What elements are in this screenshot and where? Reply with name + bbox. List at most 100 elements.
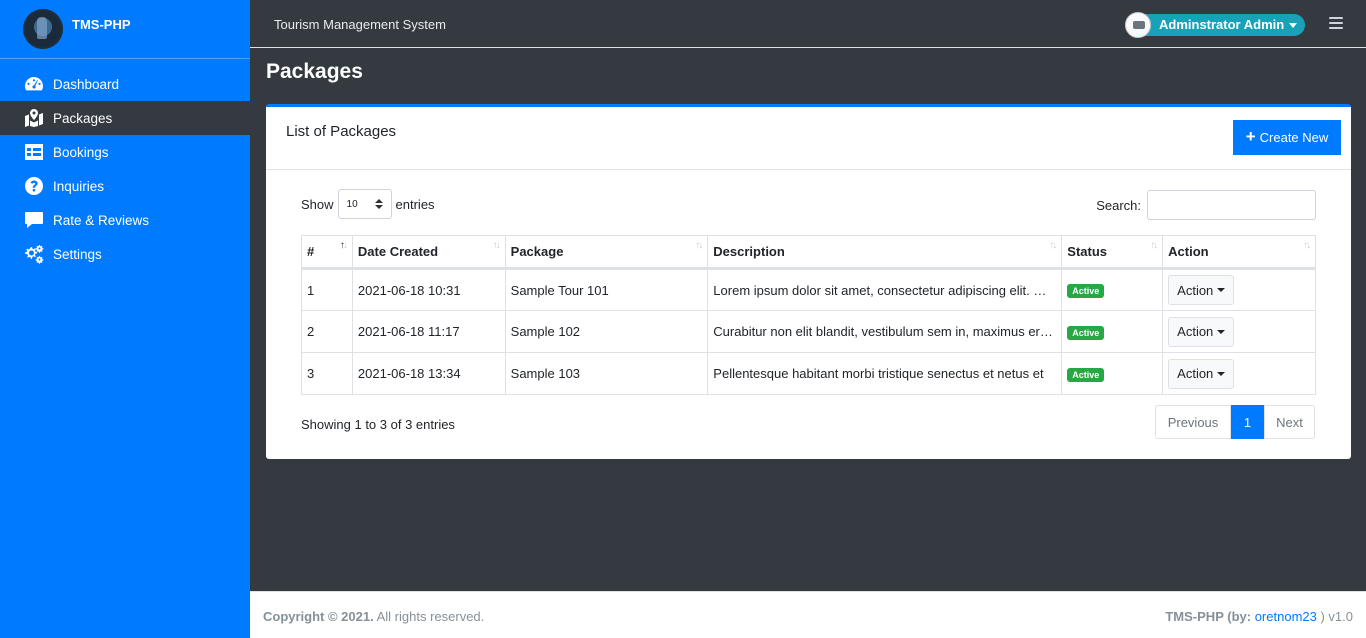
comment-icon [23,210,45,230]
sidebar-nav: Dashboard Packages Bookings Inquiries Ra… [0,67,250,271]
action-dropdown-button[interactable]: Action [1168,275,1235,305]
table-search: Search: [1096,190,1316,220]
sidebar: TMS-PHP Dashboard Packages Bookings Inqu… [0,0,250,638]
sidebar-item-dashboard[interactable]: Dashboard [0,67,250,101]
sidebar-item-bookings[interactable]: Bookings [0,135,250,169]
pagination: Previous 1 Next [1155,405,1315,439]
brand-link[interactable]: TMS-PHP [0,0,250,59]
column-header-action[interactable]: Action ↑↓ [1162,235,1316,270]
menu-toggle-icon[interactable] [1329,17,1343,29]
cell-package: Sample 103 [504,352,709,395]
table-info: Showing 1 to 3 of 3 entries [301,417,455,432]
cell-status: Active [1061,310,1164,353]
cell-num: 2 [301,310,353,353]
sidebar-item-settings[interactable]: Settings [0,237,250,271]
pagination-previous[interactable]: Previous [1155,405,1231,439]
caret-down-icon [1289,23,1298,28]
pagination-next[interactable]: Next [1264,405,1315,439]
entries-label: entries [395,196,435,212]
column-header-description[interactable]: Description ↑↓ [707,235,1063,270]
sort-icon: ↑↓ [492,240,501,251]
cell-action: Action [1162,310,1316,353]
status-badge: Active [1067,367,1105,382]
column-header-package[interactable]: Package ↑↓ [504,235,709,270]
sidebar-item-packages[interactable]: Packages [0,101,250,135]
cell-date-created: 2021-06-18 13:34 [351,352,506,395]
map-icon [23,108,45,128]
sidebar-item-label: Dashboard [53,76,120,92]
search-input[interactable] [1147,190,1316,220]
top-navbar: Tourism Management System Adminstrator A… [250,0,1366,48]
show-label: Show [301,196,334,212]
cell-description: Lorem ipsum dolor sit amet, consectetur … [707,268,1063,311]
cell-action: Action [1162,352,1316,395]
sort-icon: ↑↓ [695,240,703,251]
caret-down-icon [1217,371,1226,376]
card-title: List of Packages [286,123,397,140]
packages-card: List of Packages + Create New Show 10 en… [266,104,1351,459]
sidebar-item-inquiries[interactable]: Inquiries [0,169,250,203]
status-badge: Active [1067,284,1105,298]
table-row: 2 2021-06-18 11:17 Sample 102 Curabitur … [301,310,1316,353]
table-row: 3 2021-06-18 13:34 Sample 103 Pellentesq… [301,352,1316,395]
cogs-icon [23,244,45,264]
table-icon [23,142,45,162]
action-dropdown-button[interactable]: Action [1168,316,1235,347]
page-title: Packages [266,60,363,83]
footer: Copyright © 2021. All rights reserved. T… [250,591,1366,638]
rights-text: All rights reserved. [376,609,485,624]
caret-down-icon [1217,329,1226,334]
create-new-button[interactable]: + Create New [1233,120,1341,155]
author-link[interactable]: oretnom23 [1255,609,1317,624]
sort-asc-icon: ↑↓ [339,240,348,251]
footer-copyright: Copyright © 2021. All rights reserved. [263,609,484,624]
sidebar-item-label: Bookings [53,144,109,160]
column-header-num[interactable]: # ↑↓ [301,235,353,270]
sidebar-item-label: Packages [53,110,113,126]
column-header-date-created[interactable]: Date Created ↑↓ [351,235,506,270]
sort-icon: ↑↓ [1049,240,1057,251]
status-badge: Active [1067,325,1105,340]
version-text: ) v1.0 [1320,609,1353,624]
entries-select-value: 10 [346,198,358,210]
cell-date-created: 2021-06-18 11:17 [351,310,506,353]
sidebar-item-rate-reviews[interactable]: Rate & Reviews [0,203,250,237]
cell-num: 3 [301,352,353,395]
sidebar-item-label: Settings [53,246,102,262]
action-dropdown-button[interactable]: Action [1168,358,1235,389]
entries-select[interactable]: 10 [337,189,392,219]
system-title: Tourism Management System [274,17,446,32]
cell-description: Curabitur non elit blandit, vestibulum s… [707,310,1063,353]
brand-logo [23,9,63,49]
tachometer-icon [23,74,45,94]
entries-length-control: Show 10 entries [301,189,435,219]
table-row: 1 2021-06-18 10:31 Sample Tour 101 Lorem… [301,268,1316,311]
sidebar-item-label: Rate & Reviews [53,212,150,228]
column-header-status[interactable]: Status ↑↓ [1061,235,1164,270]
user-name-badge[interactable]: Adminstrator Admin [1145,14,1306,36]
sidebar-item-label: Inquiries [53,178,105,194]
cell-date-created: 2021-06-18 10:31 [351,268,506,311]
app-credit: TMS-PHP (by: [1165,609,1252,624]
copyright-year: Copyright © 2021. [263,609,374,624]
select-arrows-icon [374,199,383,209]
caret-down-icon [1217,288,1226,292]
cell-description: Pellentesque habitant morbi tristique se… [707,352,1063,395]
pagination-page-1[interactable]: 1 [1231,405,1264,439]
search-label: Search: [1096,197,1141,213]
user-name: Adminstrator Admin [1159,17,1285,32]
footer-credits: TMS-PHP (by: oretnom23 ) v1.0 [1165,609,1353,624]
table-header-row: # ↑↓ Date Created ↑↓ Package ↑↓ Description… [301,235,1316,270]
cell-status: Active [1061,352,1164,395]
brand-name: TMS-PHP [72,17,131,32]
sort-icon: ↑↓ [1303,240,1311,251]
avatar [1125,12,1151,38]
user-menu-dropdown[interactable]: Adminstrator Admin [1125,12,1306,38]
cell-package: Sample 102 [504,310,709,353]
plus-icon: + [1245,127,1256,146]
cell-package: Sample Tour 101 [504,268,709,311]
create-new-label: Create New [1259,130,1329,145]
packages-table: # ↑↓ Date Created ↑↓ Package ↑↓ Description… [301,235,1316,395]
cell-status: Active [1061,268,1164,311]
cell-num: 1 [301,268,353,311]
